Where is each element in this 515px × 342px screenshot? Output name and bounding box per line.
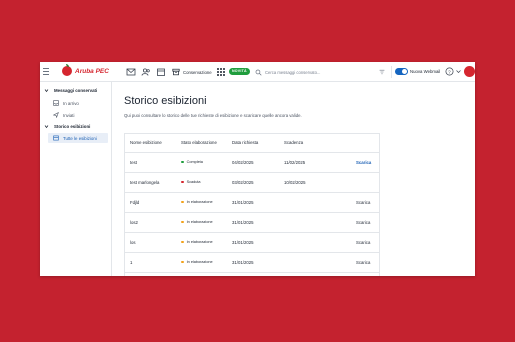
table-row: test Completa 04/02/2025 11/02/2025 Scarica — [125, 152, 379, 172]
avatar[interactable] — [464, 66, 475, 77]
sidebar-item-in-arrivo[interactable]: In arrivo — [53, 100, 79, 106]
sidebar-item-tutte-esibizioni[interactable]: Tutte le esibizioni — [48, 133, 108, 143]
cell-date: 31/01/2025 — [232, 240, 254, 245]
status-dot — [181, 200, 184, 204]
status-label: In elaborazione — [186, 200, 213, 204]
sidebar-group-label: Storico esibizioni — [54, 124, 91, 129]
aruba-logo-icon — [62, 64, 72, 76]
sidebar-group-messaggi[interactable]: Messaggi conservati — [44, 88, 97, 93]
aruba-pec-logo[interactable]: Aruba PEC — [62, 64, 109, 76]
cell-name: 1 — [130, 260, 133, 265]
cell-name: test marlongela — [130, 180, 160, 185]
status-dot — [181, 180, 184, 184]
page-title: Storico esibizioni — [124, 95, 207, 107]
top-bar: Aruba PEC Conservazione NOVITÀ Cerca mes… — [40, 62, 475, 82]
sidebar-item-inviati[interactable]: Inviati — [53, 112, 74, 118]
status-badge: In elaborazione — [181, 220, 213, 224]
column-header-expiry: Scadenza — [284, 140, 304, 145]
send-icon — [53, 112, 59, 118]
apps-grid-icon[interactable] — [217, 68, 225, 76]
table-row: 1In elaborazione31/01/2025Scarica — [125, 272, 379, 276]
column-header-status: Stato elaborazione — [181, 140, 217, 145]
status-label: In elaborazione — [186, 240, 213, 244]
status-badge: In elaborazione — [181, 240, 213, 244]
help-icon[interactable]: ? — [445, 67, 454, 76]
scarica-link[interactable]: Scarica — [356, 240, 370, 245]
cell-name: Fdjld — [130, 200, 140, 205]
sidebar: Messaggi conservati In arrivo Inviati St… — [40, 82, 112, 276]
nuova-webmail-toggle[interactable] — [395, 68, 408, 75]
archive-icon — [172, 68, 180, 76]
scarica-link[interactable]: Scarica — [356, 260, 370, 265]
column-header-name: Nome esibizione — [130, 140, 162, 145]
search-input[interactable]: Cerca messaggi conservato... — [255, 66, 385, 78]
app-window: Aruba PEC Conservazione NOVITÀ Cerca mes… — [40, 62, 475, 276]
scarica-link[interactable]: Scarica — [356, 200, 370, 205]
table-row: los In elaborazione 31/01/2025 Scarica — [125, 232, 379, 252]
column-header-date: Data richiesta — [232, 140, 259, 145]
status-label: In elaborazione — [186, 220, 213, 224]
logo-text: Aruba PEC — [75, 67, 109, 75]
status-label: Scaduta — [186, 180, 201, 184]
novita-badge[interactable]: NOVITÀ — [229, 68, 250, 75]
search-placeholder: Cerca messaggi conservato... — [265, 69, 321, 75]
sidebar-group-storico[interactable]: Storico esibizioni — [44, 124, 90, 129]
filter-icon[interactable] — [379, 69, 385, 75]
conservazione-label: Conservazione — [183, 69, 212, 75]
status-label: In elaborazione — [186, 260, 213, 264]
status-dot — [181, 220, 184, 224]
sidebar-item-label: In arrivo — [63, 100, 79, 106]
cell-expiry: 11/02/2025 — [284, 160, 306, 165]
status-badge: In elaborazione — [181, 200, 213, 204]
sidebar-item-label: Tutte le esibizioni — [63, 135, 97, 141]
contacts-icon[interactable] — [141, 67, 151, 77]
status-dot — [181, 260, 184, 264]
table-row: 1 In elaborazione 31/01/2025 Scarica — [125, 252, 379, 272]
scarica-link[interactable]: Scarica — [356, 220, 370, 225]
cell-name: test — [130, 160, 137, 165]
nuova-webmail-label: Nuova Webmail — [410, 69, 441, 74]
search-icon — [255, 69, 262, 76]
mail-icon[interactable] — [126, 67, 136, 77]
cell-name: los2 — [130, 220, 138, 225]
chevron-down-icon — [44, 89, 49, 93]
menu-icon[interactable] — [43, 68, 49, 75]
calendar-icon[interactable] — [156, 67, 166, 77]
table-row: Fdjld In elaborazione 31/01/2025 Scarica — [125, 192, 379, 212]
cell-name: los — [130, 240, 136, 245]
page-subtitle: Qui puoi consultare lo storico delle tue… — [124, 113, 302, 118]
history-icon — [53, 135, 59, 141]
sidebar-group-label: Messaggi conservati — [54, 88, 98, 93]
cell-date: 03/02/2025 — [232, 180, 254, 185]
esibizioni-table: Nome esibizione Stato elaborazione Data … — [124, 133, 380, 276]
sidebar-item-label: Inviati — [63, 112, 75, 118]
inbox-icon — [53, 100, 59, 106]
status-badge: In elaborazione — [181, 260, 213, 264]
divider — [391, 66, 392, 78]
status-dot — [181, 240, 184, 244]
table-row: test marlongela Scaduta 03/02/2025 10/02/20… — [125, 172, 379, 192]
status-dot — [181, 160, 184, 164]
cell-expiry: 10/02/2025 — [284, 180, 306, 185]
cell-date: 31/01/2025 — [232, 200, 254, 205]
main-content: Storico esibizioni Qui puoi consultare l… — [124, 82, 469, 276]
cell-date: 31/01/2025 — [232, 260, 254, 265]
status-label: Completa — [186, 160, 203, 164]
chevron-down-icon[interactable] — [456, 69, 461, 74]
tab-conservazione[interactable]: Conservazione — [172, 67, 212, 77]
status-badge: Scaduta — [181, 180, 201, 184]
chevron-down-icon — [44, 125, 49, 129]
table-row: los2 In elaborazione 31/01/2025 Scarica — [125, 212, 379, 232]
status-badge: Completa — [181, 160, 203, 164]
svg-text:?: ? — [448, 69, 451, 74]
cell-date: 31/01/2025 — [232, 220, 254, 225]
cell-date: 04/02/2025 — [232, 160, 254, 165]
scarica-link[interactable]: Scarica — [356, 160, 371, 165]
